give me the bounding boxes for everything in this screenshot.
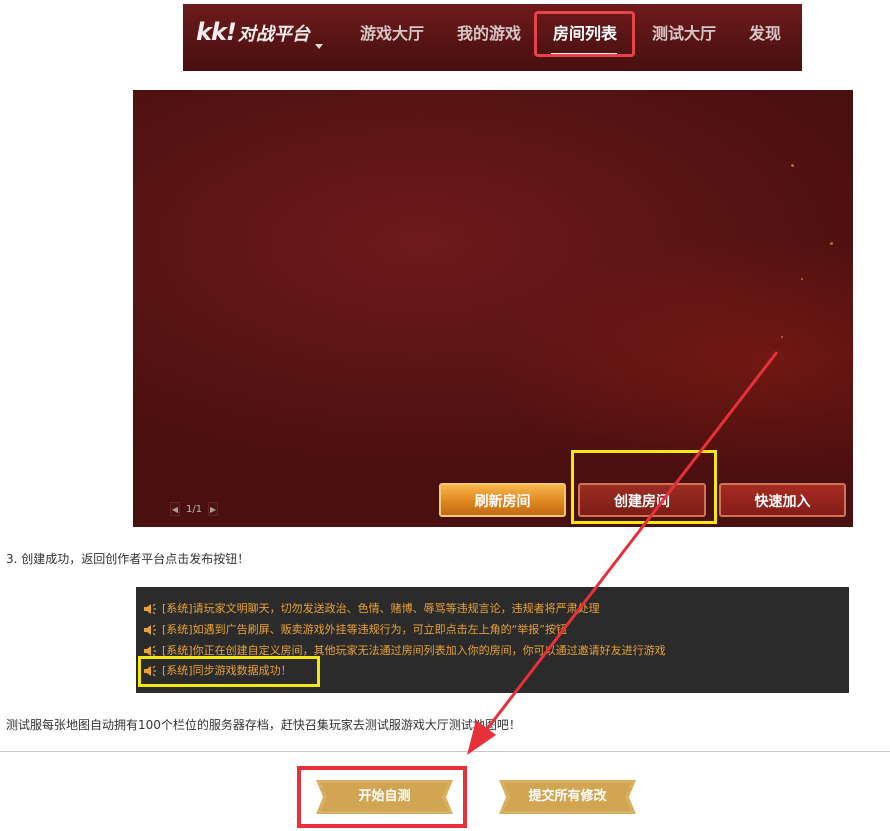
ember-spark xyxy=(801,278,803,280)
logo-text: 对战平台 xyxy=(237,24,310,45)
logo-kk: kk! xyxy=(196,18,237,46)
chat-line: [系统]如遇到广告刷屏、贩卖游戏外挂等违规行为，可立即点击左上角的“举报”按钮 xyxy=(143,622,567,638)
ember-spark xyxy=(781,336,783,338)
speaker-icon xyxy=(143,603,157,615)
ember-spark xyxy=(791,164,794,167)
prev-page-button[interactable]: ◀ xyxy=(170,502,180,516)
nav-item-game-hall[interactable]: 游戏大厅 xyxy=(352,18,432,50)
nav-item-discover[interactable]: 发现 xyxy=(740,18,790,50)
nav-item-my-games[interactable]: 我的游戏 xyxy=(449,18,529,50)
nav-item-test-hall[interactable]: 测试大厅 xyxy=(644,18,724,50)
room-list-highlight-box xyxy=(534,11,635,57)
start-test-highlight-box xyxy=(297,766,467,828)
sync-success-highlight-box xyxy=(138,656,320,687)
ember-spark xyxy=(830,242,833,245)
test-server-info: 测试服每张地图自动拥有100个栏位的服务器存档，赶快召集玩家去测试服游戏大厅测试… xyxy=(6,718,521,732)
submit-all-changes-label: 提交所有修改 xyxy=(528,789,607,804)
step-instruction: 3. 创建成功，返回创作者平台点击发布按钮！ xyxy=(6,552,250,566)
chat-line-text: [系统]如遇到广告刷屏、贩卖游戏外挂等违规行为，可立即点击左上角的“举报”按钮 xyxy=(162,623,567,636)
chat-line-text: [系统]请玩家文明聊天，切勿发送政治、色情、赌博、辱骂等违规言论，违规者将严肃处… xyxy=(162,602,600,615)
submit-all-changes-button[interactable]: 提交所有修改 xyxy=(495,780,640,814)
room-list-panel xyxy=(133,90,853,527)
speaker-icon xyxy=(143,624,157,636)
kk-logo[interactable]: kk! 对战平台 xyxy=(196,18,310,48)
chevron-down-icon[interactable] xyxy=(315,44,323,49)
quick-join-button[interactable]: 快速加入 xyxy=(719,483,846,517)
refresh-room-button[interactable]: 刷新房间 xyxy=(439,483,566,517)
create-room-highlight-box xyxy=(571,450,717,524)
next-page-button[interactable]: ▶ xyxy=(208,502,219,516)
divider xyxy=(0,751,890,752)
chat-line: [系统]请玩家文明聊天，切勿发送政治、色情、赌博、辱骂等违规言论，违规者将严肃处… xyxy=(143,601,600,617)
room-pager: ◀ 1/1 ▶ xyxy=(170,501,219,517)
page-indicator: 1/1 xyxy=(186,503,203,515)
